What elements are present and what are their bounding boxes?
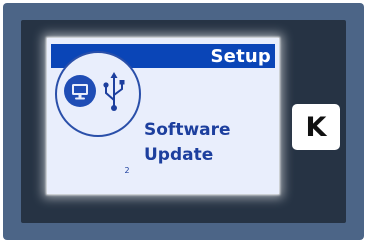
- screen-subtitle-line1: Software: [144, 120, 231, 140]
- usb-icon-graphic: [103, 72, 125, 111]
- screen-title: Setup: [210, 46, 271, 67]
- page-number: 2: [124, 166, 130, 175]
- lcd-screen: Setup Software Update 2: [47, 38, 279, 194]
- k-key-button[interactable]: K: [292, 104, 340, 150]
- screen-subtitle-line2: Update: [144, 145, 214, 165]
- computer-monitor-icon-graphic: [72, 84, 88, 100]
- device-frame: Setup Software Update 2 K: [0, 0, 367, 243]
- usb-icon: [100, 71, 128, 113]
- computer-monitor-icon: [64, 75, 96, 107]
